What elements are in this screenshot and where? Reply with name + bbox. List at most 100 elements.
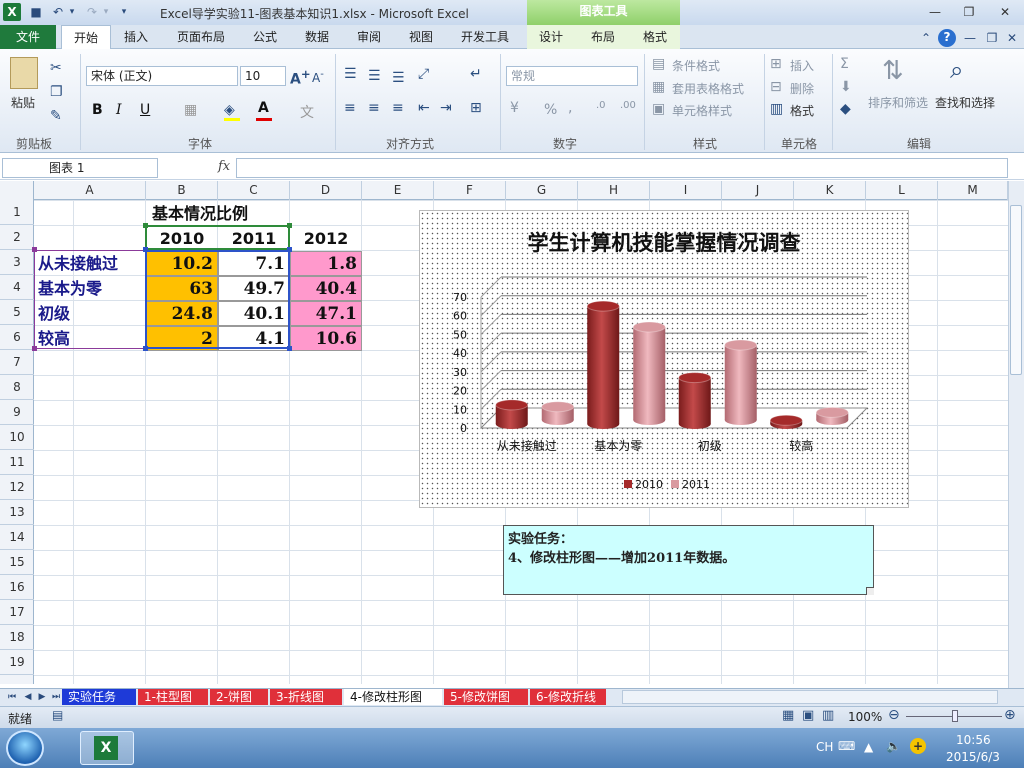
format-painter-icon[interactable]: ✎: [50, 108, 62, 124]
row-header-17[interactable]: 17: [0, 600, 34, 625]
sheet-tab[interactable]: 实验任务: [62, 689, 136, 705]
range-handle[interactable]: [287, 223, 292, 228]
task-textbox[interactable]: 实验任务： 4、修改柱形图——增加2011年数据。: [503, 525, 874, 595]
network-icon[interactable]: +: [910, 738, 926, 754]
fill-color-icon[interactable]: ◈: [224, 102, 235, 118]
first-sheet-icon[interactable]: ⏮: [4, 689, 20, 705]
tab-review[interactable]: 审阅: [348, 25, 390, 49]
sheet-tab[interactable]: 3-折线图: [270, 689, 342, 705]
tab-formulas[interactable]: 公式: [244, 25, 286, 49]
excel-app-icon[interactable]: X: [3, 3, 21, 21]
currency-icon[interactable]: ¥: [510, 100, 519, 116]
zoom-slider-thumb[interactable]: [952, 710, 958, 722]
tab-developer[interactable]: 开发工具: [452, 25, 518, 49]
range-handle[interactable]: [143, 346, 148, 351]
customize-toolbar-icon[interactable]: ▾: [116, 4, 132, 20]
tab-format[interactable]: 格式: [634, 25, 676, 49]
tab-insert[interactable]: 插入: [114, 25, 158, 49]
range-handle[interactable]: [287, 346, 292, 351]
doc-close-icon[interactable]: ✕: [1004, 30, 1020, 46]
vertical-scroll-thumb[interactable]: [1010, 205, 1022, 375]
range-handle[interactable]: [143, 223, 148, 228]
align-right-icon[interactable]: ≡: [392, 100, 404, 116]
sheet-tab[interactable]: 2-饼图: [210, 689, 268, 705]
insert-cells-button[interactable]: 插入: [790, 57, 814, 74]
shrink-font-icon[interactable]: A-: [312, 69, 324, 85]
collapse-ribbon-icon[interactable]: ⌃: [918, 30, 934, 46]
format-cells-button[interactable]: 格式: [790, 102, 814, 119]
column-header-M[interactable]: M: [938, 181, 1008, 200]
delete-cells-button[interactable]: 删除: [790, 80, 814, 97]
conditional-format-button[interactable]: 条件格式: [672, 57, 720, 74]
column-header-H[interactable]: H: [578, 181, 650, 200]
column-header-C[interactable]: C: [218, 181, 290, 200]
align-left-icon[interactable]: ≡: [344, 100, 356, 116]
sort-filter-button[interactable]: 排序和筛选: [868, 94, 928, 111]
column-header-A[interactable]: A: [34, 181, 146, 200]
sheet-tab[interactable]: 6-修改折线: [530, 689, 606, 705]
name-box[interactable]: 图表 1: [2, 158, 158, 178]
normal-view-icon[interactable]: ▦: [782, 708, 794, 723]
legend-label[interactable]: 2011: [682, 478, 710, 491]
minimize-icon[interactable]: —: [922, 3, 948, 21]
bar-2010-2011[interactable]: [633, 326, 666, 420]
bar-2010-2011[interactable]: [678, 377, 711, 424]
paste-button[interactable]: 粘贴: [11, 94, 35, 111]
select-all-corner[interactable]: [0, 181, 34, 200]
zoom-out-icon[interactable]: ⊖: [888, 707, 900, 723]
page-break-view-icon[interactable]: ▥: [822, 708, 834, 723]
row-header-15[interactable]: 15: [0, 550, 34, 575]
column-header-F[interactable]: F: [434, 181, 506, 200]
align-center-icon[interactable]: ≡: [368, 100, 380, 116]
zoom-in-icon[interactable]: ⊕: [1004, 707, 1016, 723]
align-bottom-icon[interactable]: ☰: [392, 70, 405, 86]
cell-value[interactable]: 40.4: [290, 276, 362, 301]
tab-file[interactable]: 文件: [0, 25, 56, 49]
row-header-11[interactable]: 11: [0, 450, 34, 475]
border-icon[interactable]: ▦: [184, 102, 197, 118]
grow-font-icon[interactable]: A+: [290, 67, 311, 88]
percent-button[interactable]: %: [544, 102, 557, 118]
range-handle[interactable]: [32, 346, 37, 351]
row-header-13[interactable]: 13: [0, 500, 34, 525]
tab-page-layout[interactable]: 页面布局: [168, 25, 234, 49]
row-header-16[interactable]: 16: [0, 575, 34, 600]
save-icon[interactable]: ■: [28, 4, 44, 20]
legend-label[interactable]: 2010: [635, 478, 663, 491]
column-header-E[interactable]: E: [362, 181, 434, 200]
sheet-tab[interactable]: 4-修改柱形图: [344, 689, 442, 705]
help-icon[interactable]: ?: [938, 29, 956, 47]
doc-minimize-icon[interactable]: —: [962, 30, 978, 46]
chart-title[interactable]: 学生计算机技能掌握情况调查: [419, 227, 909, 257]
clock-date[interactable]: 2015/6/3: [946, 750, 1000, 764]
align-middle-icon[interactable]: ☰: [368, 68, 381, 84]
restore-icon[interactable]: ❐: [956, 3, 982, 21]
horizontal-scrollbar[interactable]: [622, 690, 998, 704]
table-format-button[interactable]: 套用表格格式: [672, 80, 744, 97]
zoom-level[interactable]: 100%: [848, 710, 882, 724]
year-header-2012[interactable]: 2012: [290, 226, 362, 251]
cell-styles-button[interactable]: 单元格样式: [672, 102, 732, 119]
input-language[interactable]: CH: [816, 740, 833, 754]
row-header-14[interactable]: 14: [0, 525, 34, 550]
find-select-button[interactable]: 查找和选择: [935, 94, 995, 111]
decrease-indent-icon[interactable]: ⇤: [418, 100, 430, 116]
row-header-3[interactable]: 3: [0, 250, 34, 275]
row-header-19[interactable]: 19: [0, 650, 34, 675]
row-header-9[interactable]: 9: [0, 400, 34, 425]
column-header-B[interactable]: B: [146, 181, 218, 200]
font-size-select[interactable]: 10: [240, 66, 286, 86]
doc-restore-icon[interactable]: ❐: [984, 30, 1000, 46]
decrease-decimal-icon[interactable]: .00: [620, 100, 636, 111]
bold-button[interactable]: B: [92, 102, 103, 118]
font-color-icon[interactable]: A: [258, 100, 269, 116]
sheet-tab[interactable]: 1-柱型图: [138, 689, 208, 705]
merge-center-icon[interactable]: ⊞: [470, 100, 482, 116]
table-title[interactable]: 基本情况比例: [138, 201, 262, 226]
increase-indent-icon[interactable]: ⇥: [440, 100, 452, 116]
row-header-1[interactable]: 1: [0, 200, 34, 225]
range-handle[interactable]: [143, 247, 148, 252]
align-top-icon[interactable]: ☰: [344, 66, 357, 82]
paste-icon[interactable]: [10, 57, 38, 89]
row-header-12[interactable]: 12: [0, 475, 34, 500]
